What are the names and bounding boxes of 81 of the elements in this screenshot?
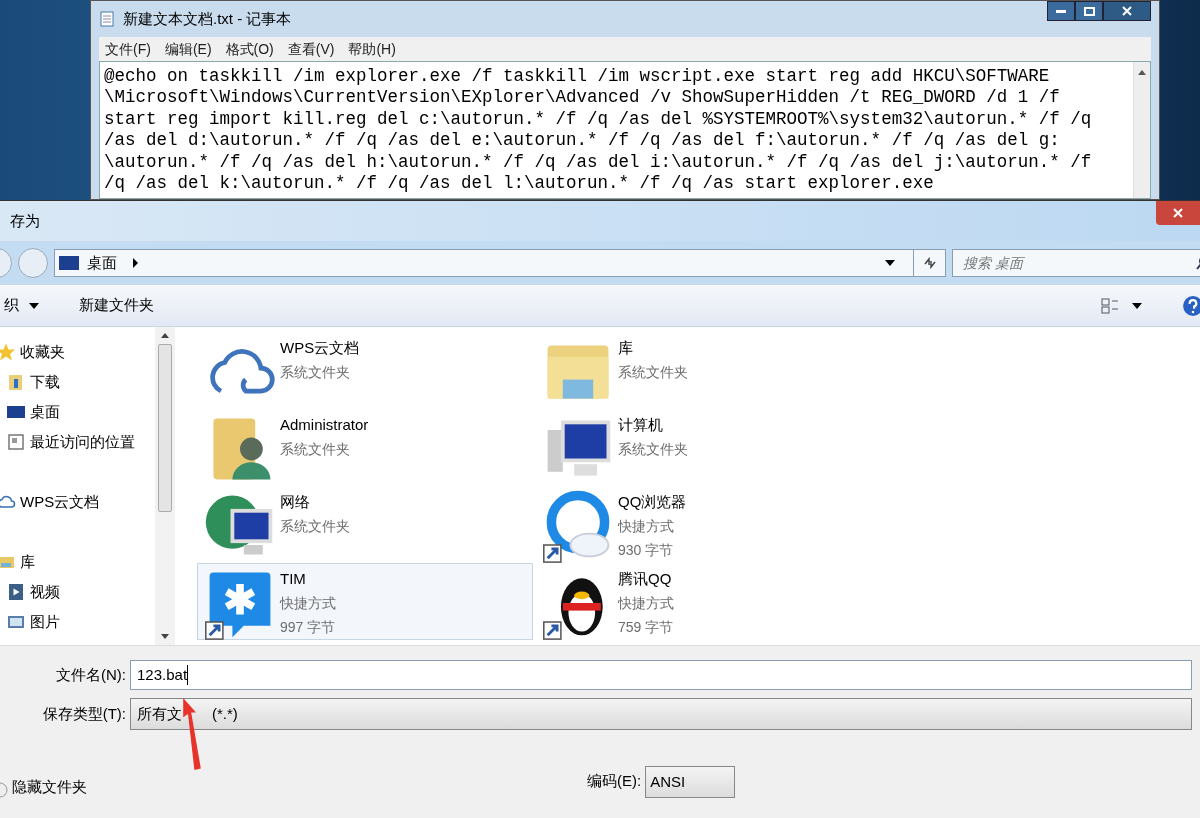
item-detail: 系统文件夹 [618, 440, 688, 459]
dialog-title: 存为 [9, 210, 40, 231]
item-name: TIM [280, 569, 307, 589]
item-detail: 系统文件夹 [280, 517, 350, 536]
item-name: Administrator [280, 415, 369, 435]
file-item[interactable]: 库 系统文件夹 [535, 332, 871, 409]
nav-item[interactable]: 图片 [0, 607, 155, 637]
field-label: 保存类型(T): [41, 703, 127, 724]
close-button[interactable] [1103, 1, 1151, 21]
item-name: 腾讯QQ [618, 569, 673, 589]
maximize-button[interactable] [1075, 1, 1103, 21]
breadcrumb[interactable]: 桌面 [87, 251, 117, 275]
window-title: 新建文本文档.txt - 记事本 [123, 8, 292, 29]
search-input[interactable]: 搜索 桌面 [963, 252, 1195, 274]
nav-item[interactable]: WPS云文档 [0, 487, 155, 517]
video-icon [6, 582, 26, 602]
file-item[interactable]: 腾讯QQ 快捷方式 759 字节 [535, 563, 871, 640]
minimize-button[interactable] [1047, 1, 1075, 21]
hide-folders-link[interactable]: 隐藏文件夹 [12, 775, 87, 798]
text-area[interactable] [99, 61, 1151, 199]
field-label: 文件名(N): [55, 664, 127, 685]
search-field[interactable]: 搜索 桌面 [952, 249, 1200, 277]
text-line: @echo on taskkill /im explorer.exe /f taskkill /im wscript.exe start reg add HKCU\SOFTWARE [104, 66, 1051, 88]
file-item[interactable]: QQ浏览器 快捷方式 930 字节 [535, 486, 871, 563]
menu-item[interactable]: 编辑(E) [164, 38, 212, 60]
file-item[interactable]: WPS云文档 系统文件夹 [197, 332, 533, 409]
scrollbar[interactable] [155, 327, 175, 645]
menu-item[interactable]: 帮助(H) [348, 38, 396, 60]
close-icon [1122, 6, 1132, 16]
item-detail: 系统文件夹 [280, 363, 351, 382]
file-item[interactable]: TIM 快捷方式 997 字节 [197, 563, 533, 640]
item-detail: 快捷方式 [618, 594, 674, 613]
address-bar[interactable]: 桌面 [54, 249, 946, 277]
filetype-dropdown[interactable]: 所有文 (*.*) [130, 698, 1192, 730]
menu-item[interactable]: 文件(F) [105, 38, 151, 60]
item-name: 计算机 [618, 415, 664, 435]
annotation-arrow [180, 698, 204, 770]
item-detail: 997 字节 [280, 618, 336, 637]
text-line: start reg import kill.reg del c:\autorun.* /f /q /as del %SYSTEMROOT%\system32\autorun.* /f /q [104, 108, 1093, 131]
recent-places-icon [6, 432, 26, 452]
new-folder-button[interactable]: 新建文件夹 [79, 294, 154, 317]
text-line: /q /as del k:\autorun.* /f /q /as del l:\autorun.* /f /q /as start explorer.exe [104, 173, 935, 195]
desktop-icon [59, 256, 79, 270]
close-icon [1173, 208, 1183, 218]
nav-item[interactable]: 最近访问的位置 [0, 427, 155, 457]
star-icon [0, 342, 16, 362]
file-item[interactable]: 计算机 系统文件夹 [535, 409, 871, 486]
item-name: 库 [618, 338, 634, 358]
text-line: \autorun.* /f /q /as del h:\autorun.* /f /q /as del i:\autorun.* /f /q /as del j:\autorun.* /f [104, 151, 1093, 174]
caret-icon[interactable] [885, 260, 895, 266]
nav-item[interactable]: 视频 [0, 577, 155, 607]
text-line: /as del d:\autorun.* /f /q /as del e:\autorun.* /f /q /as del f:\autorun.* /f /q /as del g: [104, 130, 1061, 152]
encoding-dropdown[interactable]: ANSI [645, 766, 736, 798]
file-item[interactable]: 网络 系统文件夹 [197, 486, 533, 563]
text-line: \Microsoft\Windows\CurrentVersion\EXplorer\Advanced /v ShowSuperHidden /t REG_DWORD /d 1 /f [104, 87, 1061, 109]
nav-item[interactable]: 库 [0, 547, 155, 577]
filename-field[interactable]: 123.bat [130, 660, 1192, 690]
field-label: 编码(E): [587, 770, 642, 791]
item-detail: 759 字节 [618, 618, 674, 637]
organize-menu[interactable]: 织 [4, 294, 39, 317]
item-name: WPS云文档 [280, 338, 360, 358]
menu-item[interactable]: 格式(O) [225, 38, 274, 60]
nav-item[interactable]: 下载 [0, 367, 155, 397]
item-detail: 快捷方式 [280, 594, 336, 613]
item-name: QQ浏览器 [618, 492, 687, 512]
item-name: 网络 [280, 492, 311, 512]
file-item[interactable]: Administrator 系统文件夹 [197, 409, 533, 486]
refresh-icon [921, 255, 938, 271]
help-icon[interactable] [1182, 294, 1200, 317]
scrollbar-thumb[interactable] [158, 344, 172, 512]
item-detail: 快捷方式 [618, 517, 675, 536]
nav-item[interactable]: 收藏夹 [0, 337, 155, 367]
item-detail: 系统文件夹 [618, 363, 688, 382]
caret-icon [133, 258, 138, 268]
scrollbar[interactable] [1133, 62, 1150, 198]
item-detail: 系统文件夹 [280, 440, 351, 459]
item-detail: 930 字节 [618, 541, 675, 560]
notepad-icon [99, 11, 115, 27]
nav-item[interactable]: 桌面 [0, 397, 155, 427]
menu-item[interactable]: 查看(V) [287, 38, 335, 60]
caret-icon[interactable] [1132, 302, 1142, 309]
